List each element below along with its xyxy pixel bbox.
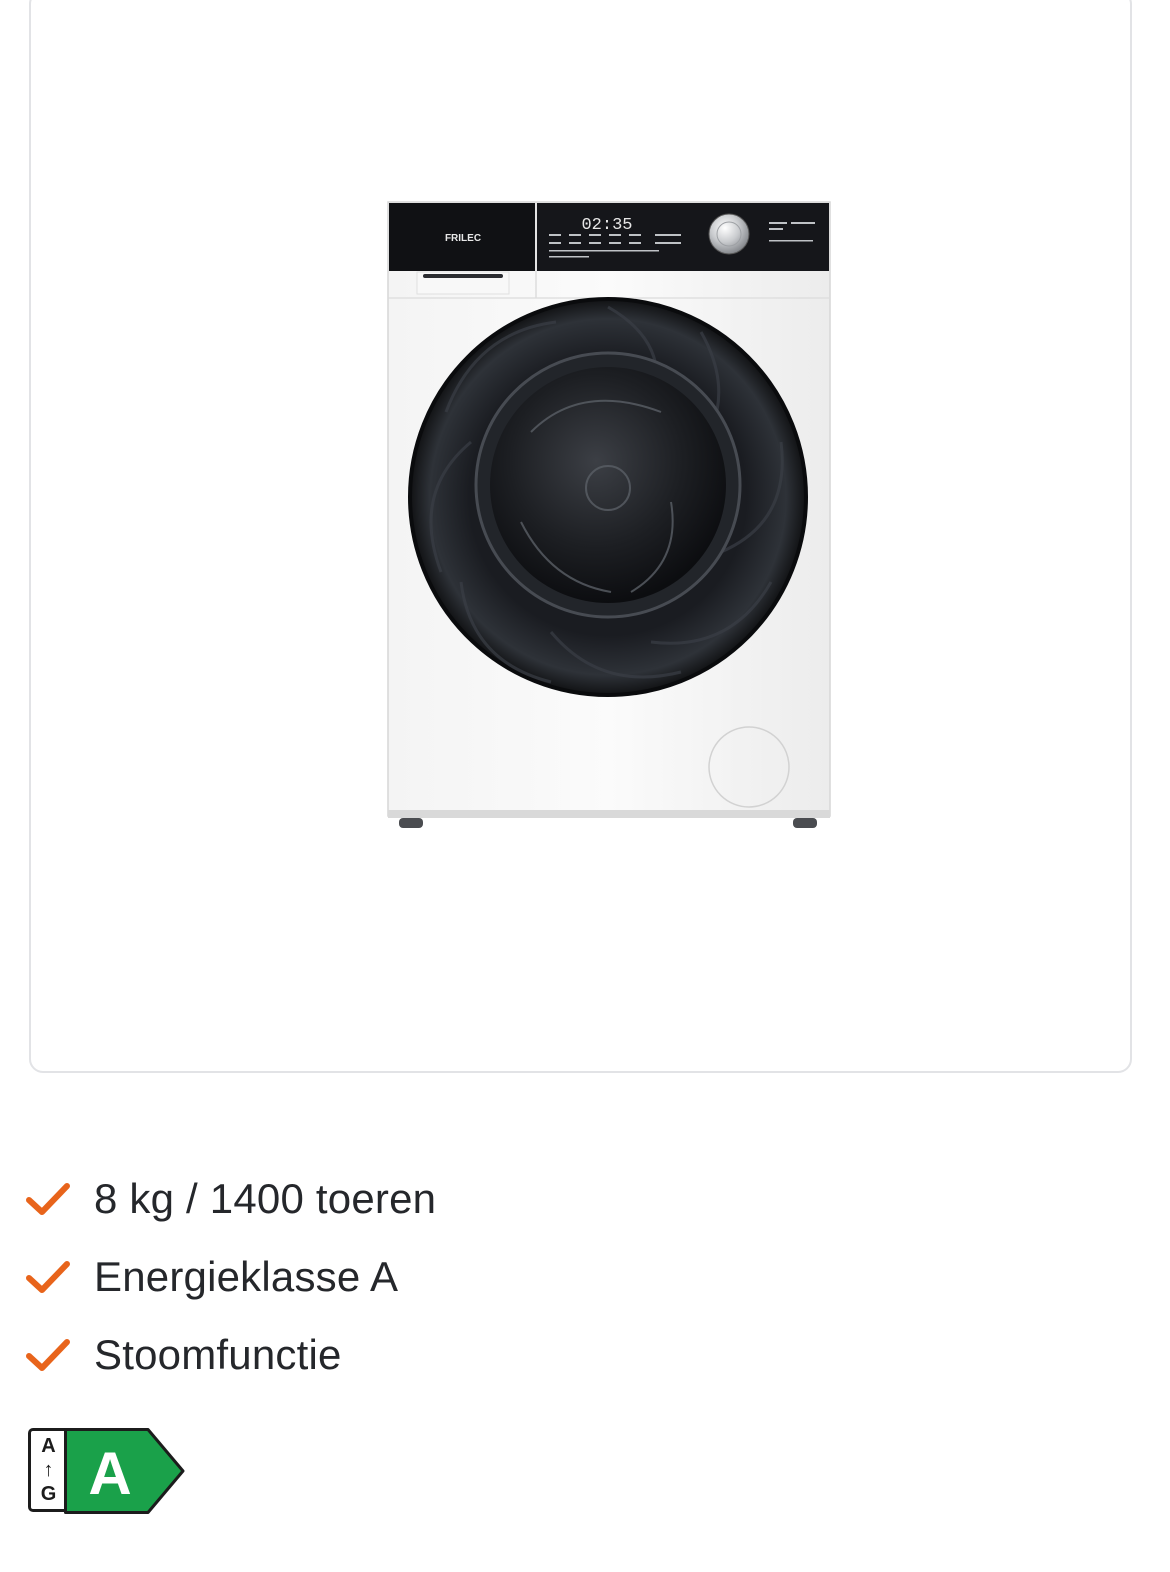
energy-scale-arrow-icon: ↑ [43, 1459, 54, 1481]
energy-class-letter: A [88, 1440, 131, 1507]
check-icon [26, 1183, 70, 1215]
usp-text: 8 kg / 1400 toeren [94, 1175, 437, 1222]
energy-scale-top: A [41, 1435, 56, 1457]
display-time: 02:35 [581, 216, 632, 235]
energy-scale-bottom: G [40, 1483, 57, 1505]
energy-scale: A ↑ G [28, 1428, 66, 1512]
brand-logo: FRILEC [445, 233, 481, 244]
usp-text: Stoomfunctie [94, 1331, 342, 1378]
check-icon [26, 1261, 70, 1293]
washing-machine-image: FRILEC 02:35 [387, 201, 831, 828]
usp-item: Energieklasse A [24, 1238, 436, 1316]
usp-item: Stoomfunctie [24, 1316, 436, 1394]
usp-list: 8 kg / 1400 toeren Energieklasse A Stoom… [24, 1160, 436, 1394]
product-image-card[interactable]: FRILEC 02:35 [29, 0, 1132, 1073]
energy-label-badge[interactable]: A ↑ G A [28, 1428, 188, 1514]
energy-class-arrow: A [64, 1428, 185, 1514]
check-icon [26, 1339, 70, 1371]
usp-text: Energieklasse A [94, 1253, 399, 1300]
usp-item: 8 kg / 1400 toeren [24, 1160, 436, 1238]
